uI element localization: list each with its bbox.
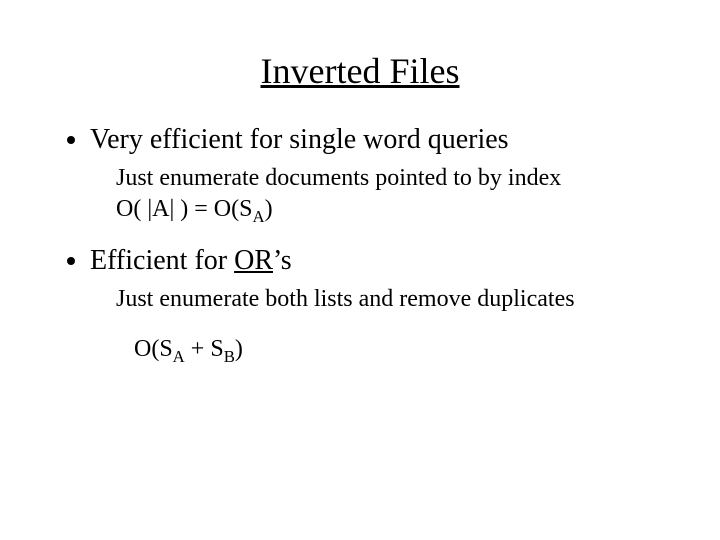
- slide: Inverted Files Very efficient for single…: [0, 0, 720, 540]
- bullet-1-sub-line2-suffix: ): [265, 196, 273, 222]
- bullet-1-sub: Just enumerate documents pointed to by i…: [116, 163, 660, 225]
- bullet-2: Efficient for OR’s: [90, 243, 660, 278]
- bullet-list: Very efficient for single word queries J…: [60, 122, 660, 365]
- bullet-2-sub-line2-wrap: O(SA + SB): [134, 334, 660, 365]
- bullet-2-sub-subscript-b: B: [224, 346, 235, 365]
- bullet-1-sub-subscript: A: [252, 207, 264, 226]
- bullet-1-sub-line1: Just enumerate documents pointed to by i…: [116, 165, 561, 191]
- bullet-2-underlined: OR: [234, 245, 273, 276]
- bullet-1-text: Very efficient for single word queries: [90, 124, 509, 155]
- bullet-2-suffix: ’s: [273, 245, 292, 276]
- bullet-2-prefix: Efficient for: [90, 245, 234, 276]
- bullet-2-sub-subscript-a: A: [173, 346, 185, 365]
- slide-title: Inverted Files: [60, 50, 660, 92]
- bullet-2-sub-line2-prefix: O(S: [134, 336, 173, 362]
- bullet-2-sub-line2-mid: + S: [185, 336, 224, 362]
- bullet-2-sub-line2-suffix: ): [235, 336, 243, 362]
- bullet-2-sub-line1-wrap: Just enumerate both lists and remove dup…: [116, 284, 660, 315]
- bullet-2-sub-line1: Just enumerate both lists and remove dup…: [116, 286, 575, 312]
- bullet-1: Very efficient for single word queries: [90, 122, 660, 157]
- bullet-1-sub-line2-prefix: O( |A| ) = O(S: [116, 196, 252, 222]
